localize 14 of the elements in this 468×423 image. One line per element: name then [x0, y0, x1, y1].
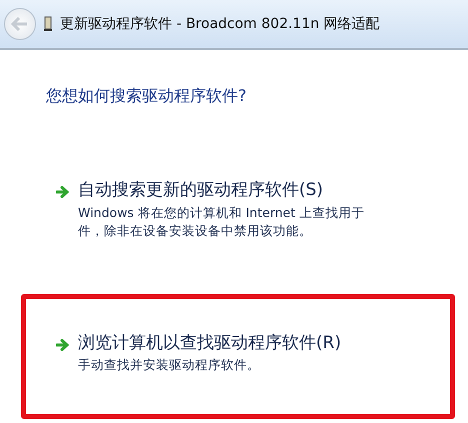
option-title: 自动搜索更新的驱动程序软件(S)	[78, 179, 324, 202]
back-button[interactable]	[4, 8, 36, 40]
arrow-icon	[56, 338, 70, 351]
option-link[interactable]: 自动搜索更新的驱动程序软件(S) Windows 将在您的计算机和 Internet 上查找用于 件，除非在设备安装设备中禁用该功能。	[56, 170, 468, 248]
window-title: 更新驱动程序软件 - Broadcom 802.11n 网络适配	[60, 14, 380, 34]
option-description: Windows 将在您的计算机和 Internet 上查找用于	[78, 204, 364, 222]
heading: 您想如何搜索驱动程序软件?	[46, 85, 246, 107]
option-description: 手动查找并安装驱动程序软件。	[78, 356, 261, 374]
arrow-icon	[56, 186, 70, 198]
back-arrow-icon	[11, 17, 29, 31]
option-title: 浏览计算机以查找驱动程序软件(R)	[78, 332, 342, 355]
device-icon	[44, 16, 52, 32]
option-link[interactable]: 浏览计算机以查找驱动程序软件(R) 手动查找并安装驱动程序软件。	[56, 322, 450, 382]
option-description: 件，除非在设备安装设备中禁用该功能。	[78, 222, 313, 240]
